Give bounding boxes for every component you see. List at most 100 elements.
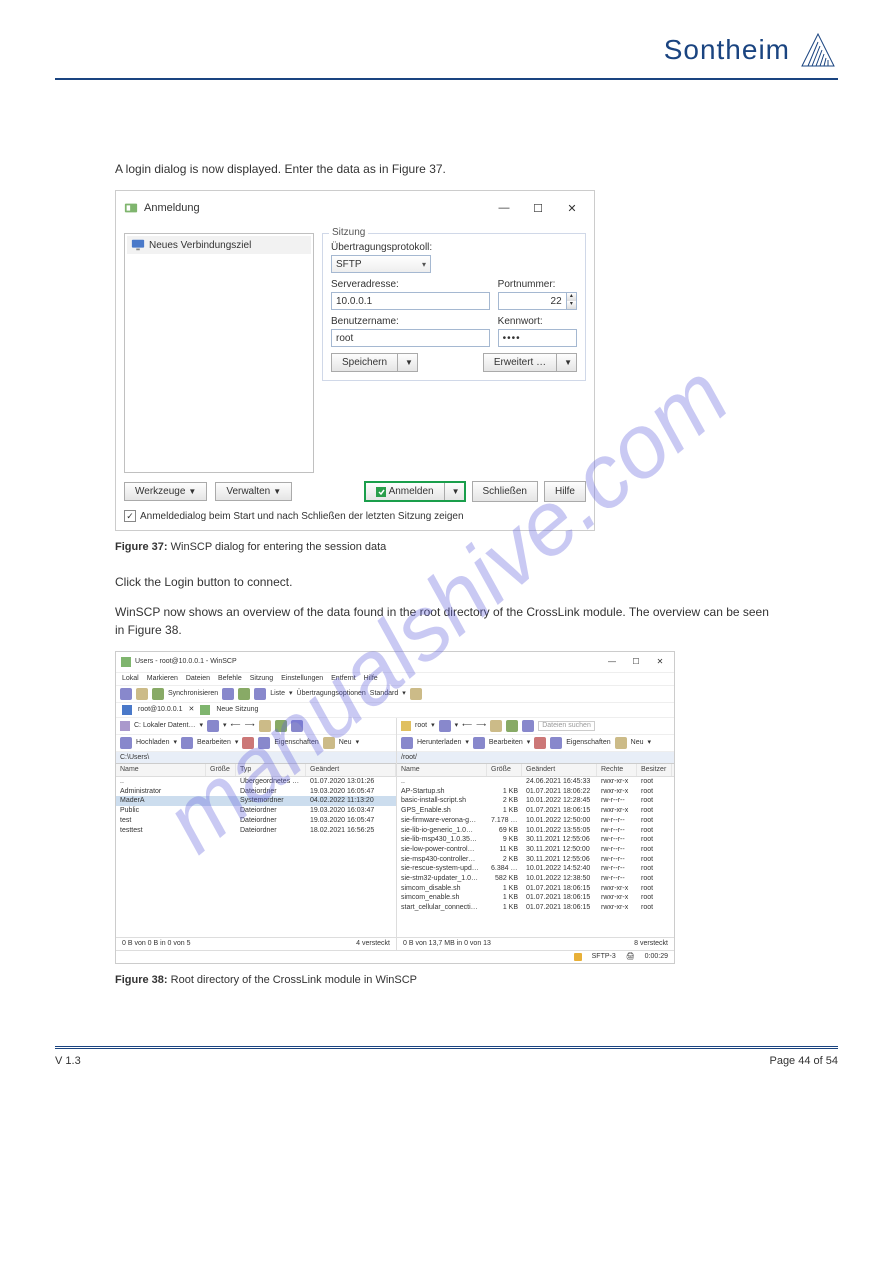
upload-icon[interactable] <box>120 737 132 749</box>
table-row[interactable]: sie-rescue-system-upd…6.384 KB10.01.2022… <box>397 864 674 874</box>
toolbar-icon[interactable] <box>222 688 234 700</box>
toolbar-icon[interactable] <box>410 688 422 700</box>
nav-back-icon[interactable]: ⟵ <box>462 722 472 730</box>
sync-label[interactable]: Synchronisieren <box>168 690 218 698</box>
refresh-icon[interactable] <box>506 720 518 732</box>
queue-icon[interactable] <box>254 688 266 700</box>
table-row[interactable]: AP-Startup.sh1 KB01.07.2021 18:06:22rwxr… <box>397 787 674 797</box>
edit-icon[interactable] <box>473 737 485 749</box>
table-row[interactable]: testDateiordner19.03.2020 16:05:47 <box>116 816 396 826</box>
sync-icon[interactable] <box>152 688 164 700</box>
session-tree[interactable]: Neues Verbindungsziel <box>124 233 314 473</box>
username-input[interactable]: root <box>331 329 490 347</box>
new-session-node[interactable]: Neues Verbindungsziel <box>127 236 311 254</box>
table-row[interactable]: sie-msp430-controller…2 KB30.11.2021 12:… <box>397 855 674 865</box>
table-row[interactable]: basic-install-script.sh2 KB10.01.2022 12… <box>397 796 674 806</box>
new-icon[interactable] <box>323 737 335 749</box>
home-icon[interactable] <box>259 720 271 732</box>
toolbar-icon[interactable] <box>136 688 148 700</box>
login-button[interactable]: Anmelden ▼ <box>364 481 466 502</box>
edit-label[interactable]: Bearbeiten <box>489 739 523 747</box>
local-drive[interactable]: C: Lokaler Datent… <box>134 722 195 730</box>
column-header[interactable]: Größe <box>487 764 522 776</box>
table-row[interactable]: testtestDateiordner18.02.2021 16:56:25 <box>116 826 396 836</box>
manage-button[interactable]: Verwalten ▼ <box>215 482 292 501</box>
edit-icon[interactable] <box>181 737 193 749</box>
column-header[interactable]: Typ <box>236 764 306 776</box>
find-icon[interactable] <box>522 720 534 732</box>
new-label[interactable]: Neu <box>631 739 644 747</box>
column-header[interactable]: Geändert <box>306 764 396 776</box>
fb-menu-item[interactable]: Markieren <box>147 675 178 683</box>
tools-button[interactable]: Werkzeuge ▼ <box>124 482 207 501</box>
table-row[interactable]: sie-stm32-updater_1.0…582 KB10.01.2022 1… <box>397 874 674 884</box>
column-header[interactable]: Name <box>116 764 206 776</box>
table-row[interactable]: GPS_Enable.sh1 KB01.07.2021 18:06:15rwxr… <box>397 806 674 816</box>
nav-fwd-icon[interactable]: ⟶ <box>245 722 255 730</box>
delete-icon[interactable] <box>242 737 254 749</box>
server-input[interactable]: 10.0.0.1 <box>331 292 490 310</box>
session-tab[interactable]: root@10.0.0.1 <box>138 706 182 714</box>
help-button[interactable]: Hilfe <box>544 481 586 502</box>
nav-back-icon[interactable]: ⟵ <box>231 722 241 730</box>
column-header[interactable]: Rechte <box>597 764 637 776</box>
minimize-button[interactable]: — <box>490 197 518 219</box>
props-icon[interactable] <box>258 737 270 749</box>
props-icon[interactable] <box>550 737 562 749</box>
edit-label[interactable]: Bearbeiten <box>197 739 231 747</box>
port-spinner[interactable]: ▴▾ <box>567 292 577 310</box>
table-row[interactable]: sie-firmware-verona-g…7.178 KB10.01.2022… <box>397 816 674 826</box>
std-label[interactable]: Standard <box>370 690 398 698</box>
delete-icon[interactable] <box>534 737 546 749</box>
new-session-btn[interactable]: Neue Sitzung <box>216 706 258 714</box>
column-header[interactable]: Besitzer <box>637 764 672 776</box>
table-row[interactable]: simcom_enable.sh1 KB01.07.2021 18:06:15r… <box>397 893 674 903</box>
fb-menu-item[interactable]: Sitzung <box>250 675 273 683</box>
nav-icon[interactable] <box>291 720 303 732</box>
fb-menu-item[interactable]: Lokal <box>122 675 139 683</box>
port-input[interactable]: 22 <box>498 292 567 310</box>
local-path[interactable]: C:\Users\ <box>116 752 396 765</box>
show-login-checkbox[interactable]: ✓ <box>124 510 136 522</box>
fb-menu-item[interactable]: Hilfe <box>364 675 378 683</box>
new-icon[interactable] <box>615 737 627 749</box>
fb-minimize[interactable]: — <box>603 655 621 669</box>
table-row[interactable]: sie-lib-msp430_1.0.35…9 KB30.11.2021 12:… <box>397 835 674 845</box>
props-label[interactable]: Eigenschaften <box>566 739 610 747</box>
save-button[interactable]: Speichern▼ <box>331 353 418 372</box>
password-input[interactable]: •••• <box>498 329 577 347</box>
table-row[interactable]: ..Übergeordnetes Ve…01.07.2020 13:01:26 <box>116 777 396 787</box>
protocol-select[interactable]: SFTP <box>331 255 431 273</box>
nav-icon[interactable] <box>439 720 451 732</box>
close-button-footer[interactable]: Schließen <box>472 481 538 502</box>
column-header[interactable]: Größe <box>206 764 236 776</box>
queue-label[interactable]: Liste <box>270 690 285 698</box>
fb-menu-item[interactable]: Dateien <box>186 675 210 683</box>
table-row[interactable]: PublicDateiordner19.03.2020 16:03:47 <box>116 806 396 816</box>
close-button[interactable]: ✕ <box>558 197 586 219</box>
remote-dir[interactable]: root <box>415 722 427 730</box>
fb-close[interactable]: ✕ <box>651 655 669 669</box>
fb-menu-item[interactable]: Befehle <box>218 675 242 683</box>
fb-maximize[interactable]: ☐ <box>627 655 645 669</box>
column-header[interactable]: Geändert <box>522 764 597 776</box>
toolbar-icon[interactable] <box>120 688 132 700</box>
download-label[interactable]: Herunterladen <box>417 739 461 747</box>
home-icon[interactable] <box>490 720 502 732</box>
new-label[interactable]: Neu <box>339 739 352 747</box>
fb-menu-item[interactable]: Einstellungen <box>281 675 323 683</box>
table-row[interactable]: start_cellular_connecti…1 KB01.07.2021 1… <box>397 903 674 913</box>
table-row[interactable]: MaderASystemordner04.02.2022 11:13:20 <box>116 796 396 806</box>
props-label[interactable]: Eigenschaften <box>274 739 318 747</box>
upload-label[interactable]: Hochladen <box>136 739 169 747</box>
table-row[interactable]: ..24.06.2021 16:45:33rwxr-xr-xroot <box>397 777 674 787</box>
maximize-button[interactable]: ☐ <box>524 197 552 219</box>
nav-fwd-icon[interactable]: ⟶ <box>476 722 486 730</box>
table-row[interactable]: sie-lib-io-generic_1.0…69 KB10.01.2022 1… <box>397 826 674 836</box>
nav-icon[interactable] <box>207 720 219 732</box>
table-row[interactable]: AdministratorDateiordner19.03.2020 16:05… <box>116 787 396 797</box>
search-input[interactable]: Dateien suchen <box>538 721 595 731</box>
fb-menu-item[interactable]: Entfernt <box>331 675 356 683</box>
toolbar-icon[interactable] <box>238 688 250 700</box>
advanced-button[interactable]: Erweitert …▼ <box>483 353 577 372</box>
